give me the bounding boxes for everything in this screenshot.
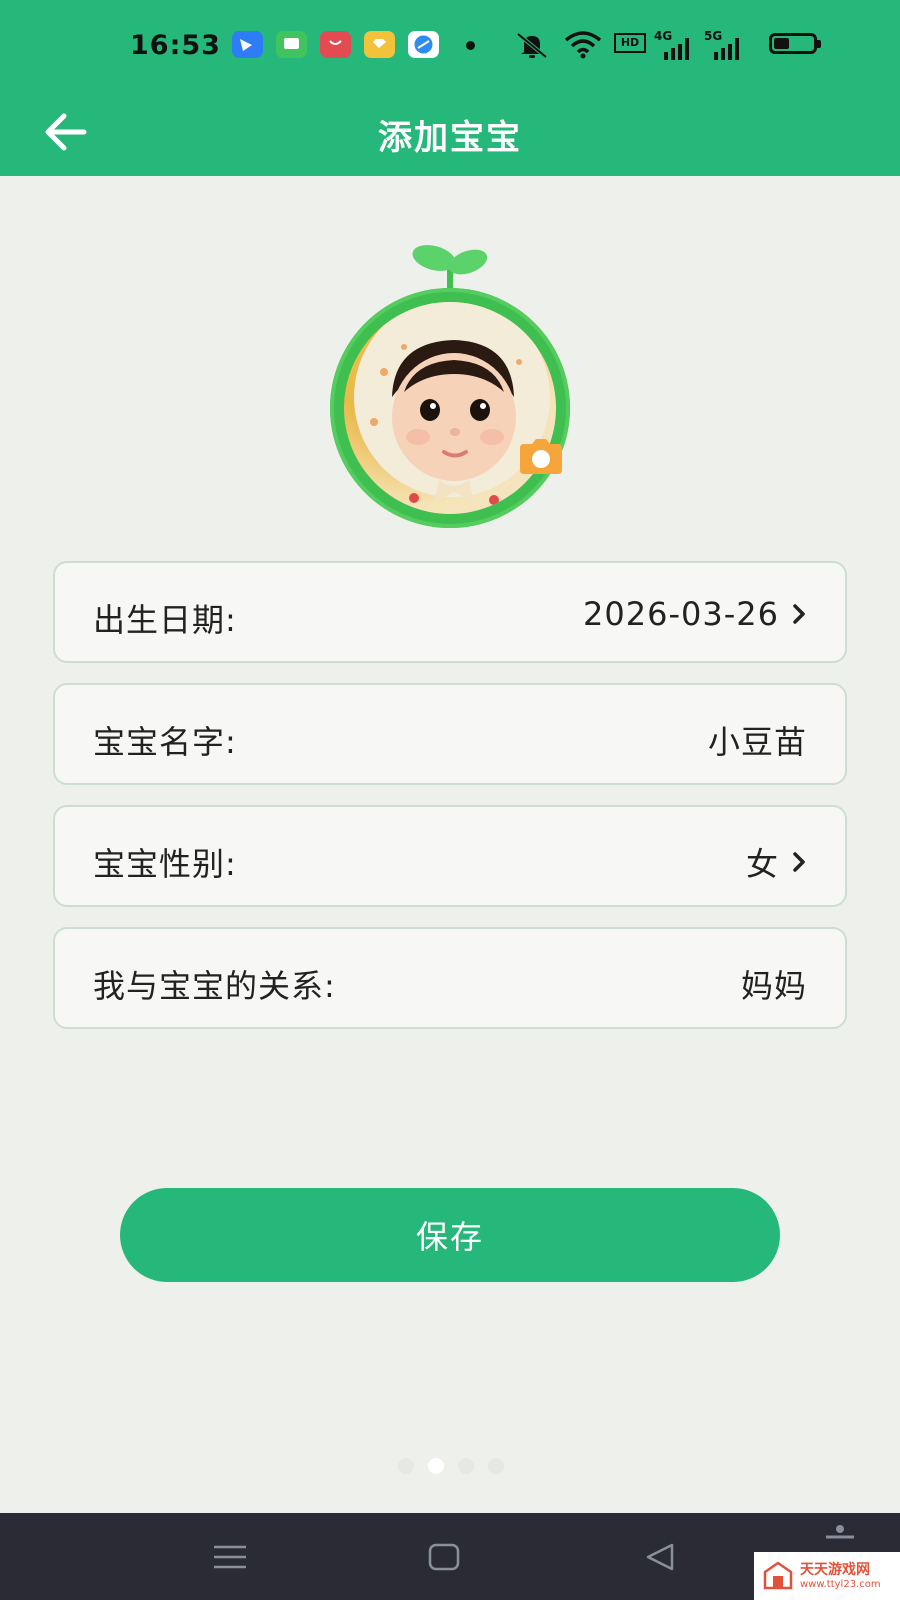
baby-gender-label: 宝宝性别: <box>93 845 237 883</box>
menu-icon[interactable] <box>210 1539 250 1575</box>
chevron-right-icon <box>793 852 805 872</box>
feishu-icon <box>232 31 263 58</box>
relationship-label: 我与宝宝的关系: <box>93 967 336 1005</box>
relationship-value[interactable]: 妈妈 <box>741 961 807 1007</box>
page-dot <box>458 1458 474 1474</box>
battery-icon <box>769 33 821 54</box>
avatar-ring <box>330 288 570 528</box>
mute-icon <box>516 32 548 59</box>
messages-icon <box>276 31 307 58</box>
wifi-icon <box>564 31 602 59</box>
avatar-uploader[interactable] <box>320 238 580 528</box>
notification-icons <box>232 31 439 58</box>
home-icon[interactable] <box>424 1539 464 1575</box>
page-title: 添加宝宝 <box>378 118 522 158</box>
app-gallery-icon <box>320 31 351 58</box>
baby-avatar-photo <box>344 302 556 514</box>
birth-date-value: 2026-03-26 <box>583 595 779 633</box>
status-time: 16:53 <box>130 30 221 61</box>
signal-icon <box>664 38 689 60</box>
birth-date-row[interactable]: 出生日期: 2026-03-26 <box>53 561 847 663</box>
baby-gender-value-wrap: 女 <box>746 839 807 885</box>
page-indicator <box>398 1458 504 1474</box>
watermark-title: 天天游戏网 <box>800 1561 870 1578</box>
watermark-url: www.ttyl23.com <box>800 1578 881 1590</box>
notification-dot <box>466 41 475 50</box>
back-triangle-icon[interactable] <box>640 1539 680 1575</box>
app-header: 16:53 HD 4G 5G 添加宝宝 <box>0 0 900 176</box>
baby-name-label: 宝宝名字: <box>93 723 237 761</box>
watermark-logo-icon <box>763 1561 793 1590</box>
page-dot-active <box>428 1458 444 1474</box>
baby-gender-value: 女 <box>745 845 779 883</box>
browser-icon <box>408 31 439 58</box>
baby-info-form: 出生日期: 2026-03-26 宝宝名字: 小豆苗 宝宝性别: 女 我与宝宝的… <box>53 561 847 1049</box>
birth-date-label: 出生日期: <box>93 601 237 639</box>
relationship-row[interactable]: 我与宝宝的关系: 妈妈 <box>53 927 847 1029</box>
hd-badge: HD <box>614 33 646 53</box>
save-button[interactable]: 保存 <box>120 1188 780 1282</box>
status-bar: 16:53 HD 4G 5G <box>0 22 900 70</box>
page-dot <box>488 1458 504 1474</box>
watermark-text: 天天游戏网 www.ttyl23.com <box>800 1563 881 1590</box>
diamond-app-icon <box>364 31 395 58</box>
baby-gender-row[interactable]: 宝宝性别: 女 <box>53 805 847 907</box>
baby-name-row[interactable]: 宝宝名字: 小豆苗 <box>53 683 847 785</box>
baby-name-value[interactable]: 小豆苗 <box>708 717 807 763</box>
camera-icon[interactable] <box>516 438 566 476</box>
birth-date-value-wrap: 2026-03-26 <box>583 595 807 633</box>
chevron-right-icon <box>793 604 805 624</box>
signal-icon <box>714 38 739 60</box>
watermark: 天天游戏网 www.ttyl23.com <box>754 1552 900 1600</box>
page-dot <box>398 1458 414 1474</box>
